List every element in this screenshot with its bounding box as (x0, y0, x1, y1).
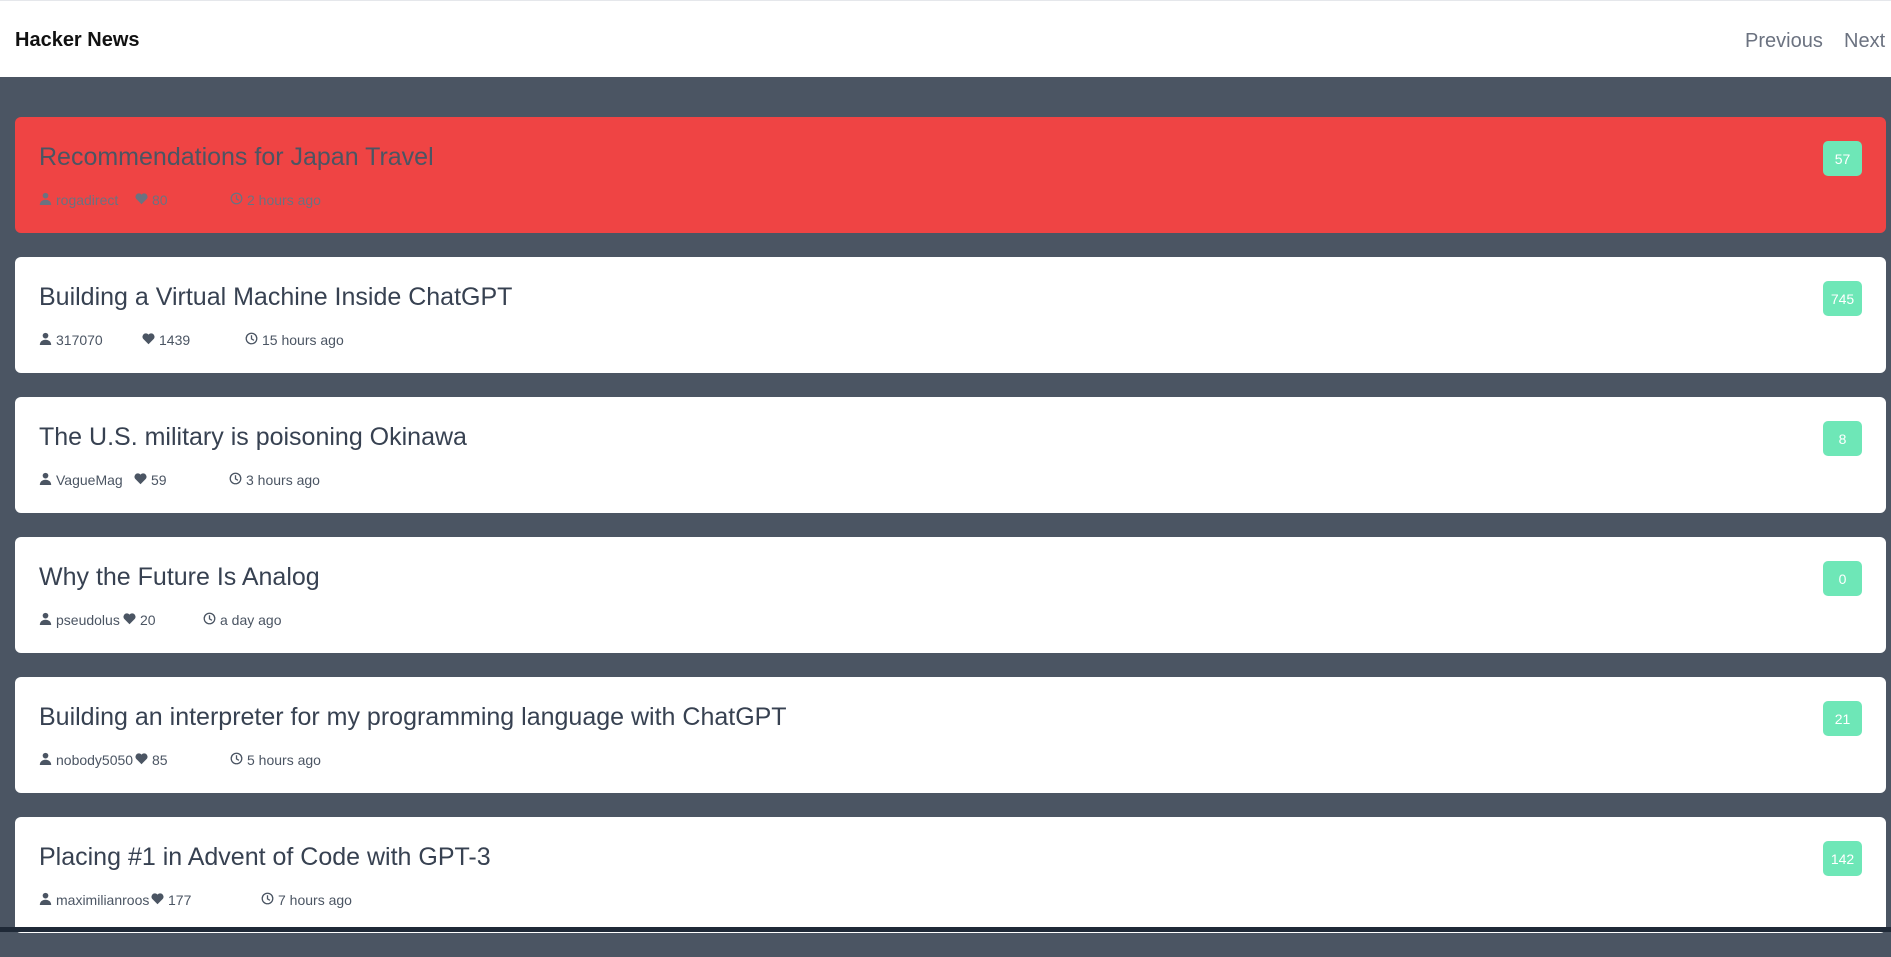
story-card[interactable]: Placing #1 in Advent of Code with GPT-3 … (15, 817, 1886, 933)
story-card[interactable]: Building an interpreter for my programmi… (15, 677, 1886, 793)
story-title[interactable]: Why the Future Is Analog (39, 563, 320, 592)
user-icon (39, 192, 52, 208)
story-author[interactable]: VagueMag (39, 472, 123, 488)
story-title[interactable]: Placing #1 in Advent of Code with GPT-3 (39, 843, 491, 872)
story-author[interactable]: 317070 (39, 332, 103, 348)
story-author[interactable]: maximilianroos (39, 892, 149, 908)
comments-badge[interactable]: 21 (1823, 701, 1862, 736)
heart-icon (135, 752, 148, 768)
story-time: 7 hours ago (261, 892, 352, 908)
story-author[interactable]: nobody5050 (39, 752, 133, 768)
site-brand[interactable]: Hacker News (15, 29, 140, 52)
user-icon (39, 332, 52, 348)
story-card[interactable]: The U.S. military is poisoning Okinawa V… (15, 397, 1886, 513)
clock-icon (245, 332, 258, 348)
next-page-link[interactable]: Next (1844, 30, 1885, 53)
story-time: 5 hours ago (230, 752, 321, 768)
previous-page-link[interactable]: Previous (1745, 30, 1823, 53)
user-icon (39, 752, 52, 768)
story-author[interactable]: pseudolus (39, 612, 120, 628)
clock-icon (203, 612, 216, 628)
heart-icon (142, 332, 155, 348)
heart-icon (135, 192, 148, 208)
heart-icon (134, 472, 147, 488)
story-card[interactable]: Why the Future Is Analog pseudolus 20 a … (15, 537, 1886, 653)
story-time: 2 hours ago (230, 192, 321, 208)
story-time: 3 hours ago (229, 472, 320, 488)
comments-badge[interactable]: 57 (1823, 141, 1862, 176)
heart-icon (123, 612, 136, 628)
comments-badge[interactable]: 0 (1823, 561, 1862, 596)
story-points: 85 (135, 752, 168, 768)
story-title[interactable]: Building a Virtual Machine Inside ChatGP… (39, 283, 512, 312)
story-points: 20 (123, 612, 156, 628)
story-points: 80 (135, 192, 168, 208)
top-navbar: Hacker News Previous Next (0, 0, 1891, 77)
story-points: 1439 (142, 332, 190, 348)
story-author[interactable]: rogadirect (39, 192, 118, 208)
story-list: Recommendations for Japan Travel rogadir… (15, 117, 1886, 957)
clock-icon (229, 472, 242, 488)
bottom-edge (0, 927, 1891, 932)
user-icon (39, 892, 52, 908)
story-title[interactable]: Building an interpreter for my programmi… (39, 703, 787, 732)
story-points: 177 (151, 892, 191, 908)
clock-icon (261, 892, 274, 908)
clock-icon (230, 752, 243, 768)
comments-badge[interactable]: 745 (1823, 281, 1862, 316)
story-title[interactable]: The U.S. military is poisoning Okinawa (39, 423, 467, 452)
heart-icon (151, 892, 164, 908)
comments-badge[interactable]: 8 (1823, 421, 1862, 456)
story-time: 15 hours ago (245, 332, 344, 348)
story-card[interactable]: Recommendations for Japan Travel rogadir… (15, 117, 1886, 233)
story-card[interactable]: Building a Virtual Machine Inside ChatGP… (15, 257, 1886, 373)
story-title[interactable]: Recommendations for Japan Travel (39, 143, 434, 172)
clock-icon (230, 192, 243, 208)
user-icon (39, 472, 52, 488)
comments-badge[interactable]: 142 (1823, 841, 1862, 876)
user-icon (39, 612, 52, 628)
story-time: a day ago (203, 612, 282, 628)
story-points: 59 (134, 472, 167, 488)
